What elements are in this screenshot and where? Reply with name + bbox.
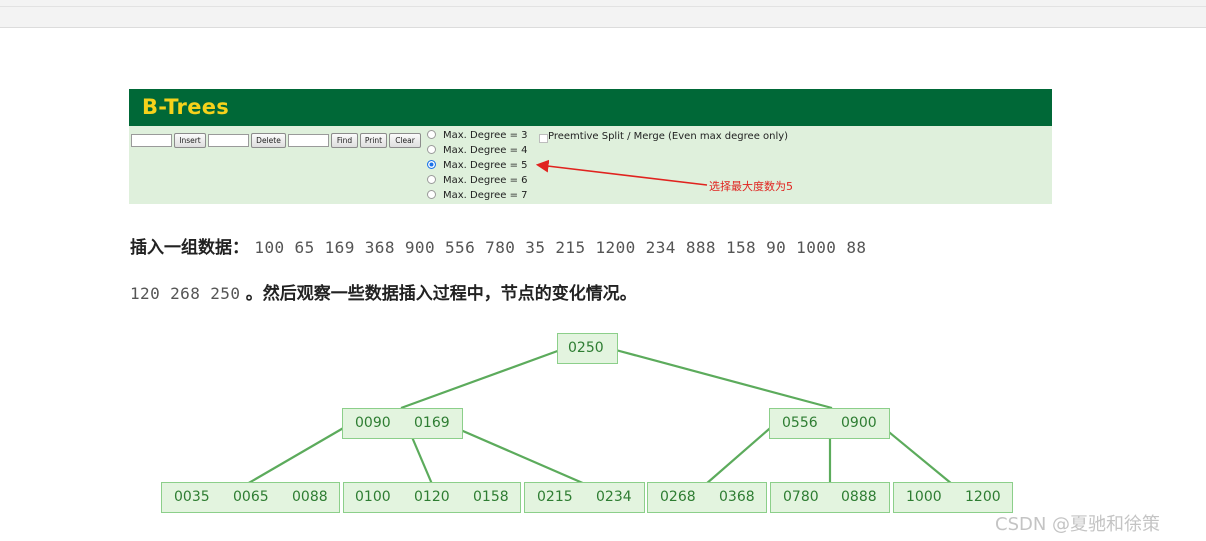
node-key: 0268 bbox=[660, 489, 696, 505]
tree-leaf-node: 1000 1200 bbox=[893, 482, 1013, 513]
node-key: 0556 bbox=[782, 415, 818, 431]
edge-l1b-leaf6 bbox=[883, 427, 953, 485]
tree-internal-node: 0090 0169 bbox=[342, 408, 463, 439]
edge-root-left bbox=[400, 347, 564, 410]
tree-leaf-node: 0100 0120 0158 bbox=[343, 482, 521, 513]
node-key: 0368 bbox=[719, 489, 755, 505]
tree-root-node: 0250 bbox=[557, 333, 618, 364]
tree-leaf-node: 0268 0368 bbox=[647, 482, 767, 513]
node-key: 0158 bbox=[473, 489, 509, 505]
node-key: 0090 bbox=[355, 415, 391, 431]
btree-edges bbox=[246, 347, 953, 486]
node-key: 0100 bbox=[355, 489, 391, 505]
edge-l1b-leaf4 bbox=[705, 422, 777, 485]
node-key: 0088 bbox=[292, 489, 328, 505]
node-key: 0888 bbox=[841, 489, 877, 505]
tree-leaf-node: 0780 0888 bbox=[770, 482, 890, 513]
node-key: 0780 bbox=[783, 489, 819, 505]
tree-leaf-node: 0215 0234 bbox=[524, 482, 645, 513]
node-key: 0215 bbox=[537, 489, 573, 505]
node-key: 1200 bbox=[965, 489, 1001, 505]
node-key: 0250 bbox=[568, 340, 604, 356]
edge-l1a-leaf1 bbox=[246, 422, 353, 485]
edge-l1a-leaf3 bbox=[455, 426, 586, 486]
node-key: 0035 bbox=[174, 489, 210, 505]
node-key: 1000 bbox=[906, 489, 942, 505]
edge-root-right bbox=[611, 347, 833, 410]
node-key: 0900 bbox=[841, 415, 877, 431]
node-key: 0065 bbox=[233, 489, 269, 505]
tree-internal-node: 0556 0900 bbox=[769, 408, 890, 439]
node-key: 0120 bbox=[414, 489, 450, 505]
node-key: 0169 bbox=[414, 415, 450, 431]
node-key: 0234 bbox=[596, 489, 632, 505]
csdn-watermark: CSDN @夏驰和徐策 bbox=[995, 514, 1161, 535]
tree-leaf-node: 0035 0065 0088 bbox=[161, 482, 340, 513]
